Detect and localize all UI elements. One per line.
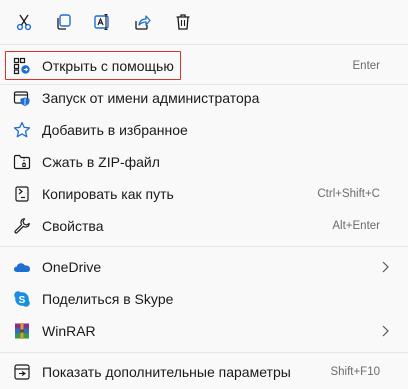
skype-icon: S — [13, 290, 31, 308]
item-divider — [0, 352, 408, 353]
delete-icon — [176, 14, 190, 30]
winrar-icon — [13, 322, 31, 340]
star-icon — [13, 121, 31, 139]
properties-item[interactable]: Свойства Alt+Enter — [6, 210, 402, 242]
cut-button[interactable] — [10, 8, 38, 36]
share-skype-item[interactable]: S Поделиться в Skype — [6, 283, 402, 315]
copy-icon — [57, 14, 71, 30]
add-to-favorites-item[interactable]: Добавить в избранное — [6, 114, 402, 146]
properties-shortcut: Alt+Enter — [332, 220, 380, 232]
winrar-item[interactable]: WinRAR — [6, 315, 402, 347]
winrar-label: WinRAR — [42, 323, 96, 339]
toolbar-divider — [0, 44, 408, 45]
share-skype-label: Поделиться в Skype — [42, 291, 174, 307]
show-more-options-item[interactable]: Показать дополнительные параметры Shift+… — [6, 356, 402, 388]
onedrive-cloud-icon — [13, 258, 31, 276]
share-icon — [135, 15, 151, 30]
run-as-admin-label: Запуск от имени администратора — [42, 90, 260, 106]
share-button[interactable] — [128, 8, 156, 36]
open-with-label: Открыть с помощью — [42, 58, 174, 74]
context-menu: Открыть с помощью Enter Запуск от имени … — [0, 0, 408, 389]
chevron-right-icon — [382, 261, 389, 273]
show-more-options-shortcut: Shift+F10 — [330, 366, 380, 378]
copy-path-icon — [13, 185, 31, 203]
onedrive-item[interactable]: OneDrive — [6, 251, 402, 283]
properties-label: Свойства — [42, 218, 104, 234]
context-menu-toolbar — [0, 0, 408, 44]
add-to-favorites-label: Добавить в избранное — [42, 122, 188, 138]
zip-folder-icon — [13, 153, 31, 171]
open-with-icon — [13, 57, 31, 75]
copy-as-path-shortcut: Ctrl+Shift+C — [317, 188, 380, 200]
onedrive-label: OneDrive — [42, 259, 102, 275]
admin-shield-icon — [13, 89, 31, 107]
open-with-shortcut: Enter — [352, 60, 381, 72]
cut-icon — [16, 14, 32, 31]
rename-button[interactable] — [88, 8, 116, 36]
run-as-admin-item[interactable]: Запуск от имени администратора — [6, 82, 402, 114]
properties-wrench-icon — [13, 217, 31, 235]
chevron-right-icon — [382, 325, 389, 337]
item-divider — [0, 246, 408, 247]
delete-button[interactable] — [169, 8, 197, 36]
open-with-item[interactable]: Открыть с помощью Enter — [6, 50, 402, 82]
copy-as-path-item[interactable]: Копировать как путь Ctrl+Shift+C — [6, 178, 402, 210]
copy-button[interactable] — [49, 8, 77, 36]
compress-zip-item[interactable]: Сжать в ZIP-файл — [6, 146, 402, 178]
copy-as-path-label: Копировать как путь — [42, 186, 174, 202]
show-more-options-label: Показать дополнительные параметры — [42, 364, 291, 380]
compress-zip-label: Сжать в ZIP-файл — [42, 154, 160, 170]
more-options-icon — [13, 363, 31, 381]
svg-text:S: S — [19, 295, 26, 306]
rename-icon — [94, 13, 109, 31]
